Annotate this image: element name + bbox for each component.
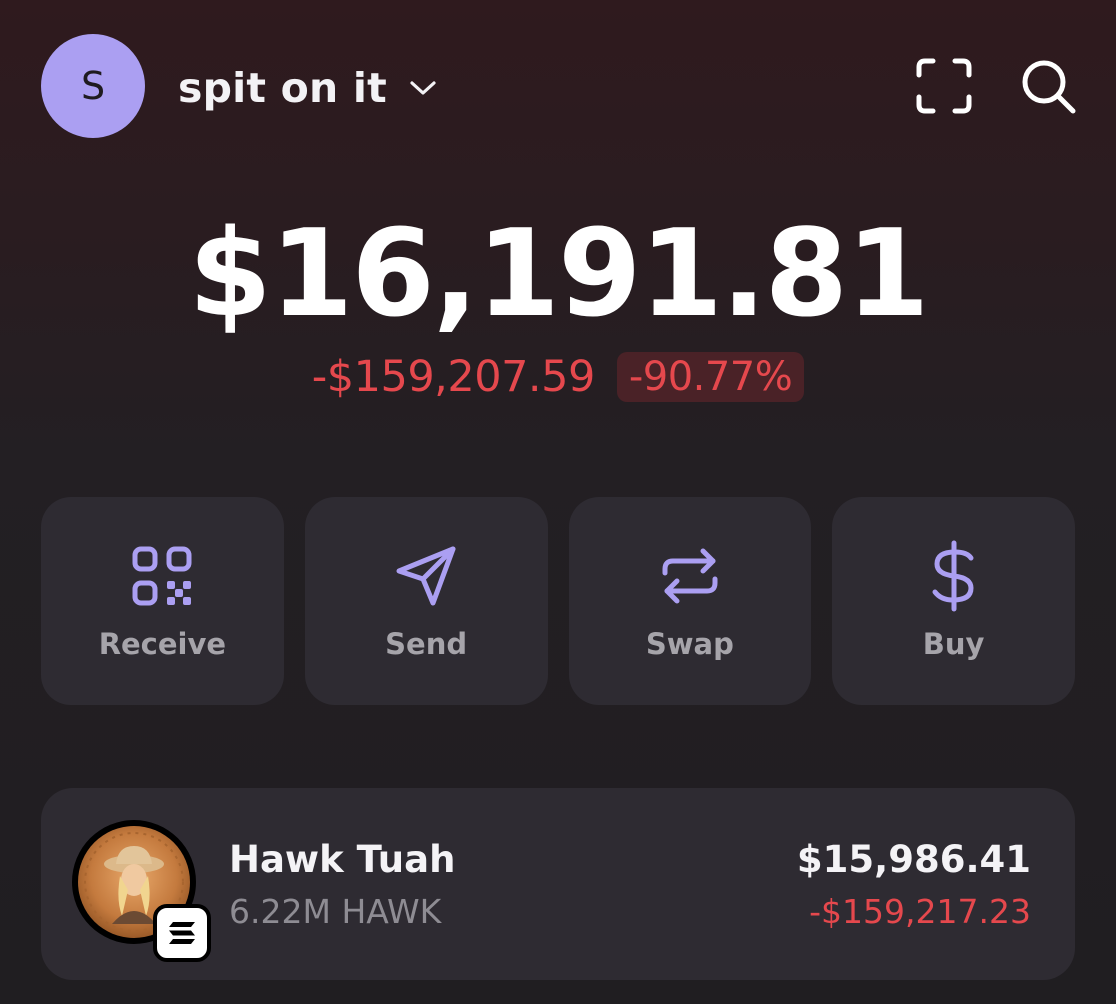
qr-code-icon — [129, 543, 195, 609]
solana-icon — [153, 904, 211, 962]
send-label: Send — [385, 627, 468, 661]
buy-label: Buy — [922, 627, 985, 661]
token-amount: 6.22M HAWK — [229, 892, 442, 931]
send-icon — [393, 543, 459, 609]
portfolio-balance: $16,191.81 — [188, 205, 929, 344]
header: S spit on it — [0, 0, 1116, 170]
scan-icon[interactable] — [915, 57, 973, 115]
swap-button[interactable]: Swap — [568, 497, 812, 705]
token-name: Hawk Tuah — [229, 838, 456, 881]
token-change: -$159,217.23 — [809, 892, 1031, 931]
swap-icon — [657, 543, 723, 609]
account-avatar[interactable]: S — [41, 34, 145, 138]
avatar-initial: S — [80, 64, 106, 108]
token-value: $15,986.41 — [796, 838, 1031, 881]
token-row[interactable]: Hawk Tuah 6.22M HAWK $15,986.41 -$159,21… — [41, 788, 1075, 980]
chevron-down-icon — [409, 77, 439, 99]
swap-label: Swap — [645, 627, 734, 661]
buy-button[interactable]: Buy — [832, 497, 1075, 705]
receive-label: Receive — [98, 627, 227, 661]
dollar-icon — [921, 540, 987, 612]
portfolio-change: -$159,207.59 -90.77% — [0, 352, 1116, 402]
change-amount: -$159,207.59 — [311, 352, 596, 402]
receive-button[interactable]: Receive — [41, 497, 284, 705]
search-icon[interactable] — [1020, 58, 1078, 116]
action-buttons: Receive Send Swap Buy — [41, 497, 1075, 705]
change-percent-badge: -90.77% — [616, 352, 805, 402]
send-button[interactable]: Send — [304, 497, 548, 705]
account-name: spit on it — [178, 64, 387, 112]
account-switcher[interactable]: spit on it — [178, 60, 439, 116]
